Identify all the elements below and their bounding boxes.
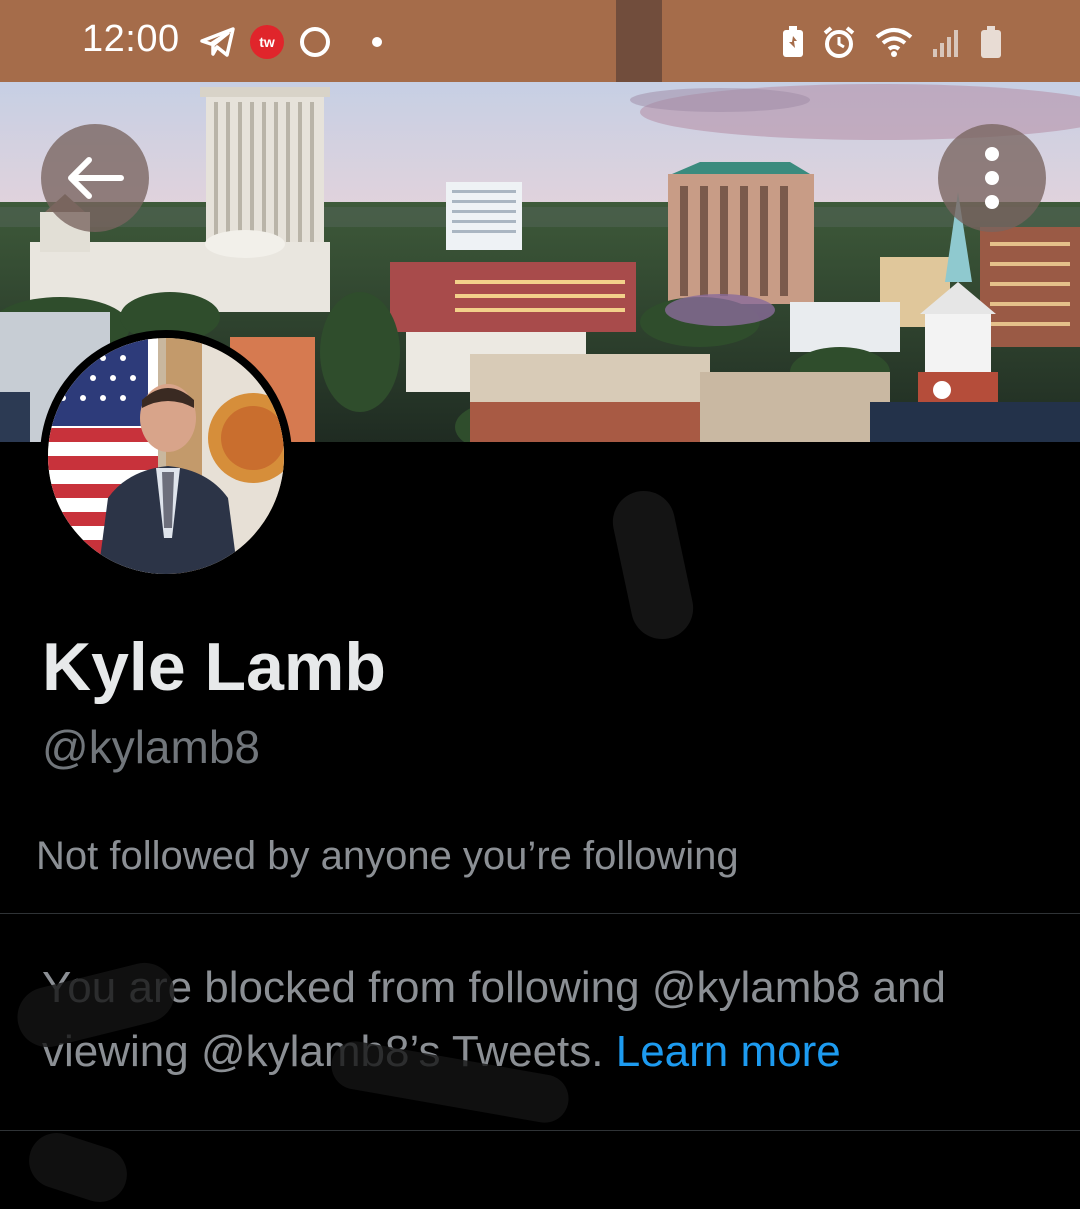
marker-scribble [607, 485, 699, 645]
circle-icon [300, 27, 330, 57]
learn-more-link[interactable]: Learn more [616, 1027, 841, 1076]
blocked-message: You are blocked from following @kylamb8 … [42, 956, 1042, 1084]
status-time: 12:00 [82, 18, 180, 60]
arrow-left-icon [68, 157, 124, 199]
telegram-icon [200, 27, 235, 57]
followers-you-know-note: Not followed by anyone you’re following [36, 834, 739, 878]
marker-scribble [21, 1125, 135, 1209]
signal-icon [933, 30, 958, 57]
profile-avatar[interactable] [40, 330, 292, 582]
more-vertical-icon [985, 147, 999, 209]
back-button[interactable] [41, 124, 149, 232]
tw-badge-icon: tw [250, 25, 284, 59]
battery-saver-icon [783, 26, 803, 57]
more-options-button[interactable] [938, 124, 1046, 232]
status-left-icons: tw [200, 22, 382, 62]
alarm-icon [823, 26, 855, 58]
notification-dot-icon [372, 37, 382, 47]
battery-icon [981, 26, 1001, 58]
profile-name: Kyle Lamb [42, 629, 386, 705]
status-right-icons [782, 22, 1002, 62]
wifi-icon [875, 28, 913, 57]
profile-handle: @kylamb8 [42, 721, 260, 773]
divider [0, 913, 1080, 914]
divider [0, 1130, 1080, 1131]
status-bar: 12:00 tw [0, 0, 1080, 82]
